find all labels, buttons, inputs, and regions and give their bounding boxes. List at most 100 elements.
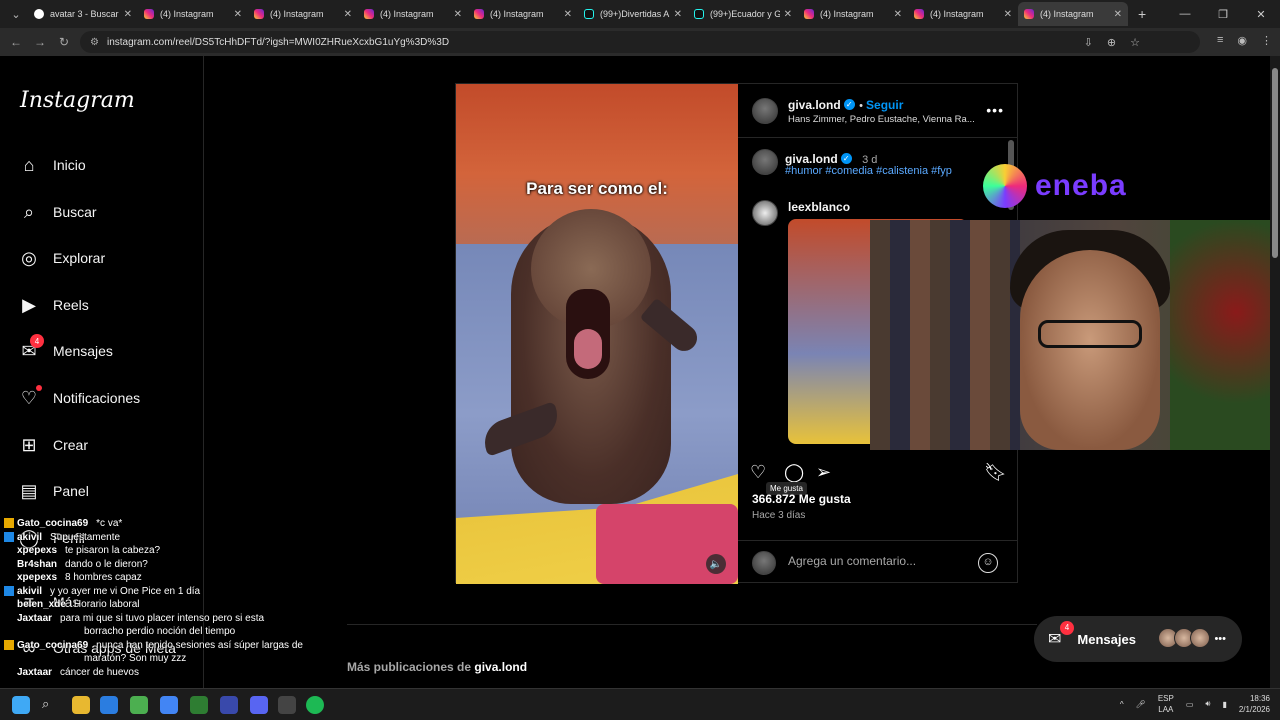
- forward-icon[interactable]: →: [28, 35, 52, 49]
- bookmark-star-icon[interactable]: ☆: [1130, 36, 1140, 49]
- chat-message: belen_xde Horario laboral: [4, 599, 140, 610]
- tab-close-icon[interactable]: ✕: [674, 9, 682, 20]
- sidebar-item-crear[interactable]: ⊞ Crear: [18, 434, 88, 456]
- minimize-icon[interactable]: —: [1166, 0, 1204, 28]
- tab-search-icon[interactable]: ⌄: [4, 3, 28, 25]
- instagram-icon: [364, 9, 374, 19]
- back-icon[interactable]: ←: [4, 35, 28, 49]
- file-explorer-icon[interactable]: [72, 696, 90, 714]
- browser-tab[interactable]: (4) Instagram ✕: [248, 2, 358, 26]
- chat-message: xpepexs te pisaron la cabeza?: [4, 545, 160, 556]
- emoji-icon[interactable]: ☺: [978, 553, 998, 573]
- reel-video[interactable]: Para ser como el: 🔈: [456, 84, 738, 584]
- verified-icon: ✓: [840, 153, 852, 165]
- mic-icon[interactable]: 🎤︎: [1136, 700, 1146, 709]
- audio-track[interactable]: Hans Zimmer, Pedro Eustache, Vienna Ra..…: [788, 114, 975, 125]
- sidebar-item-panel[interactable]: ▤ Panel: [18, 480, 88, 502]
- browser-menu-icon[interactable]: ⋮: [1261, 34, 1272, 47]
- app-icon[interactable]: [190, 696, 208, 714]
- dashboard-icon: ▤: [20, 480, 38, 501]
- page-scrollbar[interactable]: [1270, 56, 1280, 688]
- volume-icon[interactable]: 🔊︎: [1205, 699, 1210, 709]
- browser-tab[interactable]: (4) Instagram ✕: [138, 2, 248, 26]
- commenter-username[interactable]: leexblanco: [788, 200, 850, 214]
- like-heart-icon[interactable]: ♡: [750, 462, 766, 483]
- edge-icon[interactable]: [100, 696, 118, 714]
- tab-close-icon[interactable]: ✕: [564, 9, 572, 20]
- browser-tab[interactable]: (99+)Ecuador y G ✕: [688, 2, 798, 26]
- tab-close-icon[interactable]: ✕: [784, 9, 792, 20]
- network-icon[interactable]: ▭: [1186, 700, 1194, 709]
- new-tab-button[interactable]: +: [1138, 6, 1146, 22]
- comment-icon[interactable]: ◯: [784, 462, 804, 483]
- tab-close-icon[interactable]: ✕: [1114, 9, 1122, 20]
- tab-close-icon[interactable]: ✕: [894, 9, 902, 20]
- windows-start-icon[interactable]: [12, 696, 30, 714]
- chat-mod-badge-icon: [4, 639, 14, 650]
- author-username[interactable]: giva.lond: [788, 98, 841, 112]
- profile-ext-icon[interactable]: ◉: [1237, 34, 1247, 47]
- clock[interactable]: 18:36 2/1/2026: [1239, 693, 1270, 715]
- chat-text: nunca han tenido sesiones así súper larg…: [96, 639, 303, 651]
- sidebar-item-mensajes[interactable]: ✉ 4 Mensajes: [18, 334, 113, 362]
- sidebar-item-inicio[interactable]: ⌂ Inicio: [18, 154, 86, 176]
- hashtag-link[interactable]: #humor #comedia #calistenia #fyp: [785, 165, 952, 177]
- more-options-icon[interactable]: •••: [986, 102, 1004, 118]
- tab-close-icon[interactable]: ✕: [1004, 9, 1012, 20]
- follow-button[interactable]: Seguir: [866, 98, 903, 112]
- webcam-face: [1020, 250, 1160, 450]
- app-icon[interactable]: [130, 696, 148, 714]
- clock-time: 18:36: [1249, 694, 1270, 703]
- close-window-icon[interactable]: ✕: [1242, 0, 1280, 28]
- scroll-thumb[interactable]: [1272, 68, 1278, 258]
- sidebar-item-buscar[interactable]: ⌕ Buscar: [18, 201, 97, 223]
- search-icon[interactable]: ⌕: [42, 696, 60, 714]
- more-options-icon[interactable]: •••: [1214, 633, 1226, 645]
- sponsor-logo: eneba: [983, 164, 1127, 208]
- browser-tab[interactable]: (4) Instagram ✕: [798, 2, 908, 26]
- caption-username[interactable]: giva.lond: [785, 152, 838, 166]
- app-icon[interactable]: [220, 696, 238, 714]
- browser-tab[interactable]: (4) Instagram ✕: [1018, 2, 1128, 26]
- more-posts-user[interactable]: giva.lond: [474, 660, 527, 674]
- commenter-avatar[interactable]: [752, 200, 778, 226]
- tab-close-icon[interactable]: ✕: [234, 9, 242, 20]
- restore-icon[interactable]: ❐: [1204, 0, 1242, 28]
- heart-icon: ♡: [18, 385, 42, 409]
- language-indicator[interactable]: ESP LAA: [1158, 693, 1174, 715]
- url-field[interactable]: ⚙ instagram.com/reel/DS5TcHhDFTd/?igsh=M…: [80, 31, 1200, 53]
- zoom-icon[interactable]: ⊕: [1107, 36, 1116, 49]
- site-info-icon[interactable]: ⚙: [90, 37, 99, 48]
- media-control-icon[interactable]: ≡: [1217, 34, 1223, 47]
- spotify-icon[interactable]: [306, 696, 324, 714]
- save-bookmark-icon[interactable]: 🔖︎: [984, 462, 1007, 483]
- tab-close-icon[interactable]: ✕: [124, 9, 132, 20]
- browser-tab[interactable]: (4) Instagram ✕: [468, 2, 578, 26]
- chat-text: Horario laboral: [73, 599, 140, 610]
- browser-tab[interactable]: (99+)Divertidas A ✕: [578, 2, 688, 26]
- install-icon[interactable]: ⇩: [1084, 36, 1093, 49]
- mute-icon[interactable]: 🔈: [706, 554, 726, 574]
- likes-count[interactable]: 366.872 Me gusta: [752, 492, 851, 506]
- reload-icon[interactable]: ↻: [52, 35, 76, 49]
- author-avatar[interactable]: [752, 98, 778, 124]
- browser-tab[interactable]: (4) Instagram ✕: [908, 2, 1018, 26]
- battery-icon[interactable]: ▮: [1222, 700, 1226, 709]
- messages-pill[interactable]: ✉ 4 Mensajes •••: [1034, 616, 1242, 662]
- sidebar-item-notificaciones[interactable]: ♡ Notificaciones: [18, 385, 140, 409]
- instagram-logo[interactable]: Instagram: [20, 88, 135, 113]
- browser-tab[interactable]: (4) Instagram ✕: [358, 2, 468, 26]
- share-icon[interactable]: ➢: [816, 462, 831, 483]
- obs-icon[interactable]: [278, 696, 296, 714]
- sidebar-item-reels[interactable]: ▶ Reels: [18, 294, 89, 316]
- discord-icon[interactable]: [250, 696, 268, 714]
- chrome-icon[interactable]: [160, 696, 178, 714]
- tray-chevron-icon[interactable]: ^: [1120, 700, 1124, 709]
- tab-close-icon[interactable]: ✕: [344, 9, 352, 20]
- comment-input[interactable]: [788, 554, 968, 568]
- browser-tab[interactable]: avatar 3 - Buscar ✕: [28, 2, 138, 26]
- chat-text: borracho perdio noción del tiempo: [84, 626, 236, 637]
- sidebar-item-explorar[interactable]: ◎ Explorar: [18, 247, 105, 269]
- tab-close-icon[interactable]: ✕: [454, 9, 462, 20]
- caption-avatar[interactable]: [752, 149, 778, 175]
